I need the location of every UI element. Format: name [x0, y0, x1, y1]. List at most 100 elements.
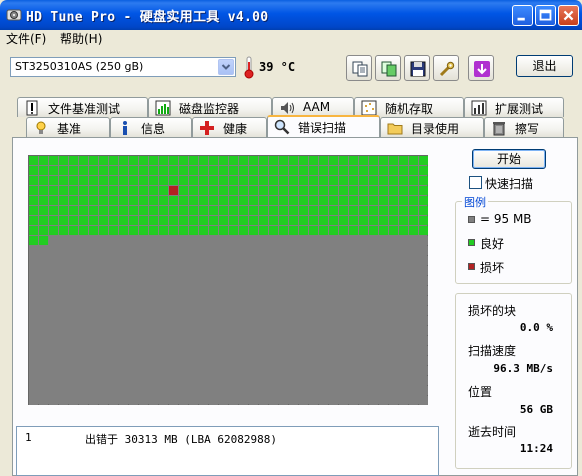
scan-block-unscanned [299, 246, 308, 255]
scan-block-good [159, 196, 168, 205]
scan-block-unscanned [209, 236, 218, 245]
scan-block-unscanned [139, 396, 148, 405]
scan-block-good [349, 196, 358, 205]
scan-block-good [339, 196, 348, 205]
menu-file[interactable]: 文件(F) [6, 30, 46, 47]
scan-block-unscanned [419, 326, 428, 335]
menu-help[interactable]: 帮助(H) [60, 30, 102, 47]
scan-block-unscanned [159, 246, 168, 255]
scan-block-unscanned [349, 286, 358, 295]
scan-block-unscanned [349, 276, 358, 285]
scan-block-unscanned [369, 246, 378, 255]
scan-block-good [209, 226, 218, 235]
scan-block-good [389, 186, 398, 195]
scan-block-good [319, 176, 328, 185]
scan-block-unscanned [219, 396, 228, 405]
scan-block-unscanned [269, 376, 278, 385]
legend-good-text: 良好 [480, 237, 505, 251]
tab-aam[interactable]: AAM [272, 97, 354, 117]
scan-block-good [189, 206, 198, 215]
scan-block-unscanned [109, 326, 118, 335]
scan-block-unscanned [329, 286, 338, 295]
tab-random-access[interactable]: 随机存取 [354, 97, 464, 117]
scan-block-unscanned [169, 266, 178, 275]
tab-benchmark[interactable]: 基准 [26, 117, 110, 137]
scan-block-unscanned [419, 286, 428, 295]
exit-button[interactable]: 退出 [516, 55, 573, 77]
scan-block-unscanned [99, 236, 108, 245]
checkbox-box[interactable] [469, 176, 482, 189]
scan-block-unscanned [259, 326, 268, 335]
save-button[interactable] [404, 55, 430, 81]
copy-all-button[interactable] [375, 55, 401, 81]
scan-block-good [79, 156, 88, 165]
scan-block-good [259, 216, 268, 225]
scan-block-unscanned [159, 366, 168, 375]
scan-block-unscanned [139, 256, 148, 265]
options-button[interactable] [433, 55, 459, 81]
scan-block-good [129, 216, 138, 225]
tab-erase[interactable]: 擦写 [484, 117, 564, 137]
tab-file-benchmark[interactable]: 文件基准测试 [17, 97, 148, 117]
scan-block-good [219, 196, 228, 205]
scan-block-good [269, 186, 278, 195]
scan-block-unscanned [39, 276, 48, 285]
scan-block-good [349, 176, 358, 185]
tab-disk-monitor[interactable]: 磁盘监控器 [148, 97, 272, 117]
start-button[interactable]: 开始 [472, 149, 546, 169]
error-log-list[interactable]: 1 出错于 30313 MB (LBA 62082988) [16, 426, 439, 476]
scan-block-unscanned [309, 356, 318, 365]
scan-block-unscanned [419, 246, 428, 255]
dropdown-arrow-button[interactable] [218, 59, 234, 75]
tab-error-scan[interactable]: 错误扫描 [267, 115, 380, 137]
scan-block-unscanned [89, 266, 98, 275]
scan-block-unscanned [319, 306, 328, 315]
scan-block-unscanned [319, 386, 328, 395]
scan-block-good [329, 176, 338, 185]
scan-block-good [119, 176, 128, 185]
scan-block-unscanned [119, 286, 128, 295]
copy-text-button[interactable] [346, 55, 372, 81]
tab-info[interactable]: 信息 [110, 117, 192, 137]
scan-block-unscanned [119, 336, 128, 345]
scan-block-unscanned [49, 346, 58, 355]
scan-block-unscanned [249, 296, 258, 305]
close-button[interactable] [558, 5, 579, 26]
minimize-button[interactable] [512, 5, 533, 26]
scan-block-good [409, 186, 418, 195]
drive-select[interactable]: ST3250310AS (250 gB) [10, 57, 236, 77]
scan-block-good [339, 226, 348, 235]
scan-block-good [189, 196, 198, 205]
download-arrow-icon [474, 61, 490, 77]
scan-block-unscanned [29, 396, 38, 405]
maximize-button[interactable] [535, 5, 556, 26]
scan-block-unscanned [149, 296, 158, 305]
scan-block-unscanned [189, 316, 198, 325]
scan-block-map [28, 155, 428, 405]
scan-block-unscanned [229, 266, 238, 275]
tab-folder-usage[interactable]: 目录使用 [380, 117, 484, 137]
scan-block-good [309, 206, 318, 215]
scan-block-unscanned [279, 286, 288, 295]
scan-block-unscanned [179, 286, 188, 295]
scan-block-good [79, 166, 88, 175]
scan-block-good [389, 206, 398, 215]
scan-block-good [379, 166, 388, 175]
scan-block-good [129, 186, 138, 195]
scan-block-unscanned [279, 246, 288, 255]
tab-health[interactable]: 健康 [192, 117, 267, 137]
scan-block-good [59, 206, 68, 215]
scan-block-good [119, 186, 128, 195]
scan-block-unscanned [239, 386, 248, 395]
screenshot-button[interactable] [468, 55, 494, 81]
scan-block-unscanned [149, 276, 158, 285]
scan-block-unscanned [329, 396, 338, 405]
scan-block-unscanned [199, 276, 208, 285]
scan-block-unscanned [239, 316, 248, 325]
scan-block-unscanned [229, 336, 238, 345]
scan-block-unscanned [199, 326, 208, 335]
scan-block-unscanned [389, 376, 398, 385]
tab-extra-tests[interactable]: 扩展测试 [464, 97, 564, 117]
scan-block-unscanned [369, 256, 378, 265]
scan-block-good [279, 216, 288, 225]
